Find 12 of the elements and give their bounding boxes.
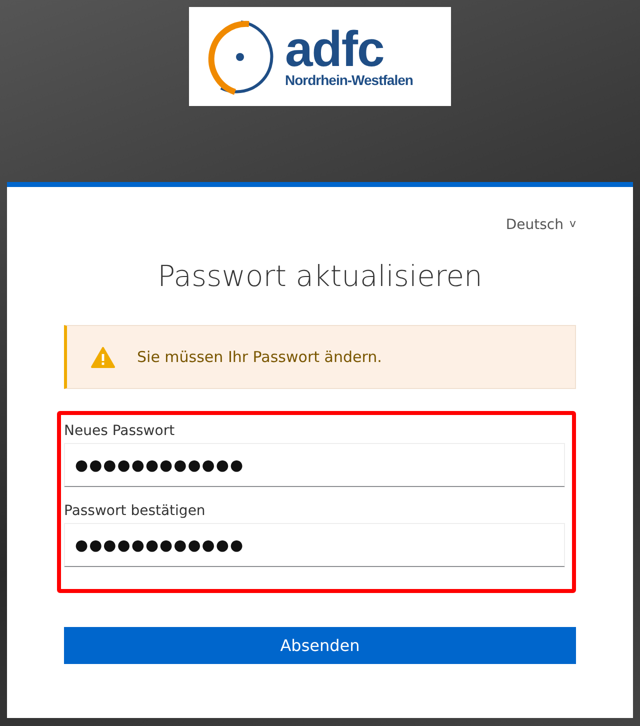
field-label: Passwort bestätigen — [64, 503, 206, 519]
submit-button[interactable]: Absenden — [64, 627, 576, 664]
caret-icon[interactable]: v — [569, 217, 576, 233]
password-field[interactable]: ●●●●●●●●●●●● — [64, 523, 565, 567]
language-selector[interactable]: Deutsch — [506, 217, 564, 233]
password-field[interactable]: ●●●●●●●●●●●● — [64, 443, 565, 487]
field-label: Neues Passwort — [64, 423, 176, 439]
alert-message: Sie müssen Ihr Passwort ändern. — [137, 348, 382, 366]
page-title: Passwort aktualisieren — [156, 259, 484, 293]
logo-wordmark: adfc — [285, 26, 384, 72]
warning-icon — [91, 346, 115, 368]
logo-subtitle: Nordrhein-Westfalen — [285, 72, 413, 88]
